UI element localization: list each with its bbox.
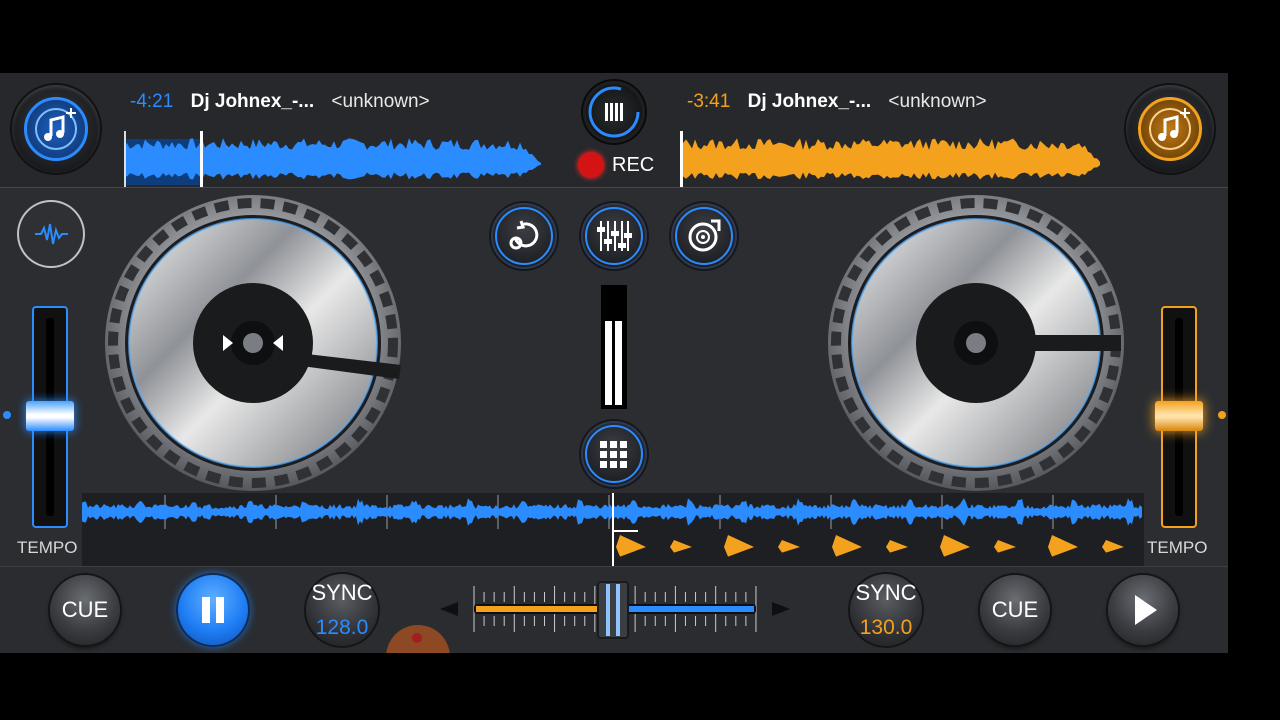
- music-note-plus-icon: [1138, 97, 1202, 161]
- level-meter: [601, 285, 627, 409]
- left-deck-add-track-button[interactable]: [12, 85, 100, 173]
- loop-icon: [495, 207, 553, 265]
- left-track-info: -4:21 Dj Johnex_-... <unknown>: [130, 91, 430, 113]
- record-meter-icon: [588, 86, 640, 138]
- mixer-button[interactable]: [581, 203, 647, 269]
- dj-app: -4:21 Dj Johnex_-... <unknown> REC -3:41…: [0, 73, 1228, 653]
- right-cue-button[interactable]: CUE: [980, 575, 1050, 645]
- right-bpm: 130.0: [859, 616, 913, 639]
- right-deck-add-track-button[interactable]: [1126, 85, 1214, 173]
- right-turntable[interactable]: [826, 193, 1126, 493]
- left-pause-button[interactable]: [178, 575, 248, 645]
- record-label: REC: [612, 154, 655, 176]
- left-bpm: 128.0: [315, 616, 369, 639]
- right-play-button[interactable]: [1108, 575, 1178, 645]
- left-tempo-handle[interactable]: [26, 401, 74, 431]
- left-tempo-center-marker: [3, 411, 11, 419]
- right-sync-button[interactable]: SYNC 130.0: [850, 574, 922, 646]
- mixer-eq-icon: [585, 207, 643, 265]
- right-track-artist: <unknown>: [888, 91, 987, 112]
- right-tempo-handle[interactable]: [1155, 401, 1203, 431]
- record-button[interactable]: [583, 81, 645, 143]
- zoomed-waveforms[interactable]: [82, 493, 1144, 568]
- sampler-grid-icon: [585, 425, 643, 483]
- crossfader[interactable]: [440, 578, 790, 648]
- left-track-artist: <unknown>: [331, 91, 430, 112]
- left-sync-label: SYNC: [311, 580, 373, 605]
- waveform-view-button[interactable]: [19, 202, 83, 266]
- top-bar: -4:21 Dj Johnex_-... <unknown> REC -3:41…: [0, 73, 1228, 188]
- right-tempo-label: TEMPO: [1147, 538, 1208, 557]
- right-tempo-center-marker: [1218, 411, 1226, 419]
- play-icon: [1135, 595, 1157, 625]
- effects-button[interactable]: [671, 203, 737, 269]
- loop-button[interactable]: [491, 203, 557, 269]
- left-turntable[interactable]: [103, 193, 403, 493]
- waveform-icon: [35, 223, 68, 245]
- right-track-info: -3:41 Dj Johnex_-... <unknown>: [687, 91, 987, 113]
- crossfader-handle: [597, 581, 629, 639]
- left-time-remaining: -4:21: [130, 91, 174, 112]
- vinyl-fx-icon: [675, 207, 733, 265]
- left-cue-button[interactable]: CUE: [50, 575, 120, 645]
- left-track-title: Dj Johnex_-...: [190, 91, 315, 112]
- left-sync-button[interactable]: SYNC 128.0: [306, 574, 378, 646]
- sampler-button[interactable]: [581, 421, 647, 487]
- right-time-remaining: -3:41: [687, 91, 731, 112]
- left-track-overview-waveform[interactable]: [124, 129, 544, 187]
- record-dot-icon: [578, 152, 604, 178]
- right-sync-label: SYNC: [855, 580, 917, 605]
- music-note-plus-icon: [24, 97, 88, 161]
- right-track-overview-waveform[interactable]: [680, 129, 1105, 187]
- left-tempo-label: TEMPO: [17, 538, 78, 557]
- right-track-title: Dj Johnex_-...: [747, 91, 872, 112]
- pause-icon: [202, 597, 224, 623]
